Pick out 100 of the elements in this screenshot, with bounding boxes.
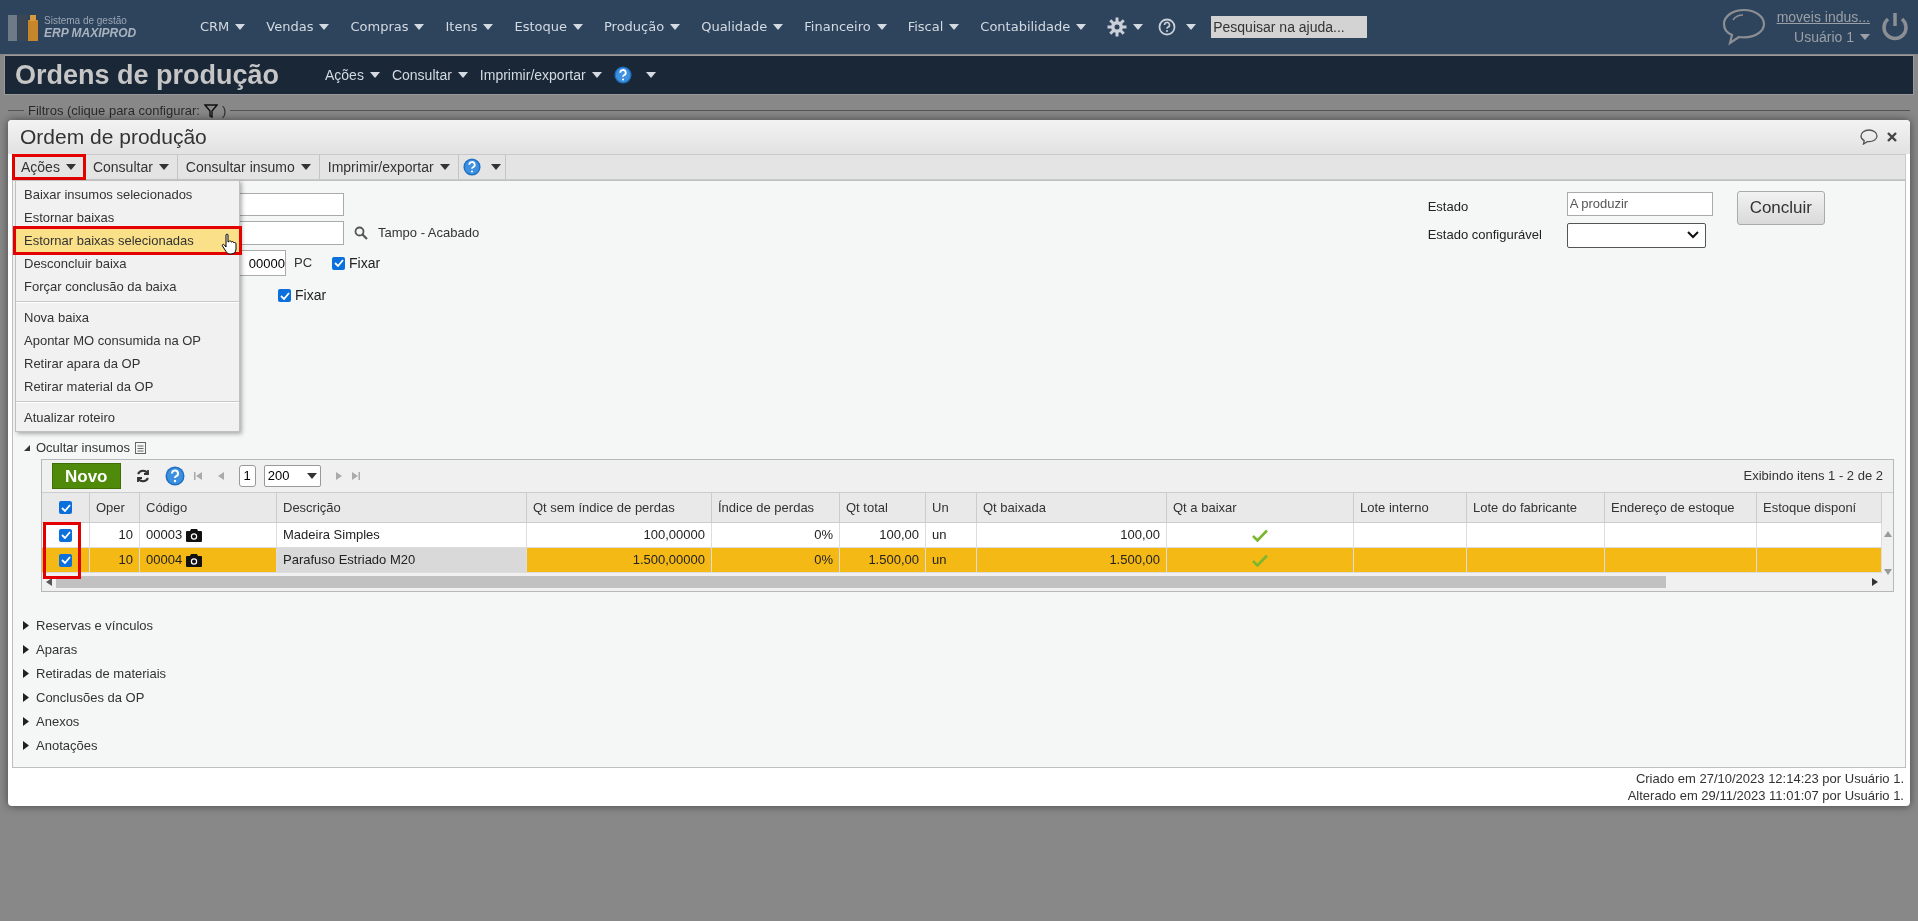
chevron-down-icon[interactable]: [1686, 231, 1699, 239]
column-header[interactable]: Qt sem índice de perdas: [527, 493, 712, 522]
column-header[interactable]: Oper: [90, 493, 140, 522]
column-header[interactable]: Un: [926, 493, 977, 522]
top-menu-item[interactable]: Financeiro: [804, 17, 871, 37]
toolbar-menu-button[interactable]: Consultar insumo: [177, 155, 320, 179]
caret-icon[interactable]: [483, 23, 494, 31]
conclude-button[interactable]: Concluir: [1736, 191, 1825, 225]
top-menu-item[interactable]: Contabilidade: [980, 17, 1071, 37]
checkbox[interactable]: [59, 501, 72, 514]
toolbar-menu-button[interactable]: Consultar: [84, 155, 178, 179]
column-header[interactable]: Lote interno: [1354, 493, 1467, 522]
toolbar-menu-button[interactable]: Imprimir/exportar: [319, 155, 459, 179]
expand-triangle-icon[interactable]: [23, 645, 29, 654]
horizontal-scrollbar[interactable]: [42, 573, 1882, 591]
expand-triangle-icon[interactable]: [23, 741, 29, 750]
menu-item[interactable]: Estornar baixas selecionadas: [16, 229, 239, 252]
caret-icon[interactable]: [65, 163, 76, 171]
column-header[interactable]: Descrição: [277, 493, 527, 522]
checkbox[interactable]: [59, 528, 72, 542]
top-menu-item[interactable]: Produção: [603, 17, 665, 37]
page-menu-item[interactable]: Ações: [325, 64, 364, 86]
caret-icon[interactable]: [949, 23, 960, 31]
menu-item[interactable]: Retirar apara da OP: [16, 352, 239, 375]
camera-icon[interactable]: [186, 528, 203, 542]
section-toggle[interactable]: Aparas: [36, 639, 78, 660]
top-menu-item[interactable]: Fiscal: [907, 17, 944, 37]
menu-item[interactable]: Atualizar roteiro: [16, 406, 239, 429]
caret-icon[interactable]: [235, 23, 246, 31]
checkbox[interactable]: [59, 553, 72, 567]
menu-item[interactable]: Desconcluir baixa: [16, 252, 239, 275]
caret-icon[interactable]: [457, 71, 468, 79]
top-menu-item[interactable]: Qualidade: [701, 17, 768, 37]
caret-icon[interactable]: [670, 23, 681, 31]
table-row[interactable]: 10 00004 Parafuso Estriado M20 1.500,00000 0% 1.500,00 un 1.500,00: [42, 548, 1882, 573]
menu-item[interactable]: Apontar MO consumida na OP: [16, 329, 239, 352]
column-header[interactable]: Índice de perdas: [712, 493, 840, 522]
state-field[interactable]: A produzir: [1566, 191, 1713, 216]
table-row[interactable]: 10 00003 Madeira Simples 100,00000 0% 100,00 un 100,00: [42, 523, 1882, 548]
checkbox[interactable]: [278, 289, 291, 302]
section-toggle[interactable]: Anotações: [36, 735, 98, 756]
close-icon[interactable]: [1886, 131, 1898, 143]
caret-icon[interactable]: [645, 71, 656, 79]
caret-icon[interactable]: [591, 71, 602, 79]
top-menu-item[interactable]: Compras: [350, 17, 409, 37]
caret-icon[interactable]: [572, 23, 583, 31]
search-icon[interactable]: [354, 226, 368, 240]
column-header[interactable]: Código: [140, 493, 277, 522]
column-header[interactable]: Endereço de estoque: [1605, 493, 1757, 522]
caret-icon[interactable]: [306, 473, 317, 479]
page-menu-item[interactable]: Imprimir/exportar: [479, 64, 586, 86]
top-menu-item[interactable]: Vendas: [266, 17, 314, 37]
caret-icon[interactable]: [439, 163, 450, 171]
page-number-field[interactable]: 1: [238, 465, 256, 487]
checkbox[interactable]: [332, 256, 346, 270]
caret-icon[interactable]: [490, 163, 501, 171]
collapse-triangle-icon[interactable]: [23, 444, 31, 452]
top-menu-item[interactable]: Itens: [445, 17, 478, 37]
user-menu[interactable]: Usuário 1: [1794, 27, 1854, 47]
toolbar-menu-button[interactable]: Ações: [13, 155, 85, 179]
column-header[interactable]: Qt baixada: [977, 493, 1167, 522]
expand-triangle-icon[interactable]: [23, 669, 29, 678]
company-link[interactable]: moveis indus...: [1776, 7, 1870, 27]
help-icon[interactable]: [1158, 18, 1177, 36]
filter-icon[interactable]: [203, 103, 218, 118]
configurable-state-dropdown[interactable]: [1566, 222, 1706, 248]
power-icon[interactable]: [1880, 11, 1910, 43]
section-toggle[interactable]: Anexos: [36, 711, 80, 732]
refresh-icon[interactable]: [134, 468, 151, 484]
menu-item[interactable]: Retirar material da OP: [16, 375, 239, 398]
menu-item[interactable]: Forçar conclusão da baixa: [16, 275, 239, 298]
document-icon[interactable]: [134, 442, 146, 454]
caret-icon[interactable]: [1133, 23, 1144, 31]
caret-icon[interactable]: [369, 71, 380, 79]
section-toggle[interactable]: Conclusões da OP: [36, 687, 145, 708]
menu-item[interactable]: Estornar baixas: [16, 206, 239, 229]
expand-triangle-icon[interactable]: [23, 621, 29, 630]
expand-triangle-icon[interactable]: [23, 693, 29, 702]
help-search-field[interactable]: Pesquisar na ajuda...: [1211, 16, 1368, 38]
caret-icon[interactable]: [876, 23, 887, 31]
scroll-right-icon[interactable]: [1872, 578, 1878, 586]
help-icon[interactable]: [613, 66, 632, 84]
caret-icon[interactable]: [414, 23, 425, 31]
expand-triangle-icon[interactable]: [23, 717, 29, 726]
caret-icon[interactable]: [300, 163, 311, 171]
caret-icon[interactable]: [773, 23, 784, 31]
column-header[interactable]: Qt total: [840, 493, 926, 522]
caret-icon[interactable]: [1076, 23, 1087, 31]
comment-icon[interactable]: [1860, 129, 1878, 145]
caret-icon[interactable]: [1186, 23, 1197, 31]
section-toggle[interactable]: Ocultar insumos: [36, 438, 130, 458]
caret-icon[interactable]: [158, 163, 169, 171]
section-toggle[interactable]: Retiradas de materiais: [36, 663, 167, 684]
column-header[interactable]: Lote do fabricante: [1467, 493, 1605, 522]
scroll-left-icon[interactable]: [46, 578, 52, 586]
column-header[interactable]: Qt a baixar: [1167, 493, 1354, 522]
new-button[interactable]: Novo: [52, 463, 121, 489]
chat-icon[interactable]: [1720, 7, 1767, 47]
section-toggle[interactable]: Reservas e vínculos: [36, 615, 154, 636]
menu-item[interactable]: Baixar insumos selecionados: [16, 183, 239, 206]
